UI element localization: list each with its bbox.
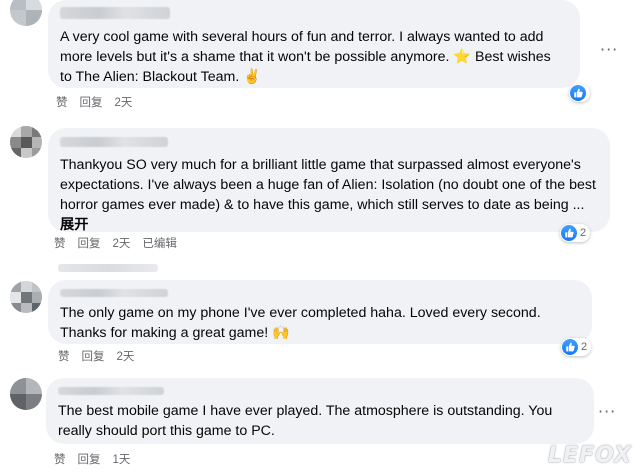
reply-button[interactable]: 回复 — [82, 348, 105, 364]
avatar[interactable] — [10, 378, 42, 410]
like-button[interactable]: 赞 — [56, 94, 68, 110]
avatar[interactable] — [10, 126, 42, 158]
thumbs-up-icon — [562, 339, 578, 355]
thumbs-up-icon — [570, 85, 586, 101]
avatar[interactable] — [10, 281, 42, 313]
commenter-name[interactable] — [60, 137, 168, 147]
comment-actions: 赞 回复 2天 已编辑 — [54, 235, 177, 251]
comment-actions: 赞 回复 2天 — [56, 94, 132, 110]
victory-hand-emoji: ✌ — [243, 69, 261, 85]
timestamp[interactable]: 2天 — [115, 94, 133, 110]
comment-actions: 赞 回复 1天 — [54, 451, 130, 467]
edited-label: 已编辑 — [142, 238, 177, 250]
comment-actions: 赞 回复 2天 — [58, 348, 134, 364]
like-button[interactable]: 赞 — [54, 235, 66, 251]
comment-text: Thankyou SO very much for a brilliant li… — [60, 157, 596, 233]
comment-bubble: The only game on my phone I've ever comp… — [48, 280, 592, 344]
like-count-badge[interactable]: 2 — [560, 224, 591, 242]
see-more-link[interactable]: 展开 — [60, 217, 88, 233]
comment-bubble: The best mobile game I have ever played.… — [46, 378, 594, 444]
raising-hands-emoji: 🙌 — [272, 325, 290, 341]
more-options-icon[interactable]: ··· — [598, 404, 616, 420]
comment-text: The only game on my phone I've ever comp… — [60, 305, 541, 341]
like-count-badge[interactable] — [569, 84, 590, 102]
timestamp[interactable]: 2天 — [117, 348, 135, 364]
reply-button[interactable]: 回复 — [78, 451, 101, 467]
commenter-name[interactable] — [58, 387, 164, 395]
timestamp[interactable]: 2天 — [113, 235, 131, 251]
reply-button[interactable]: 回复 — [80, 94, 103, 110]
comment-text: A very cool game with several hours of f… — [60, 29, 551, 85]
comment-bubble: A very cool game with several hours of f… — [48, 0, 580, 88]
like-button[interactable]: 赞 — [54, 451, 66, 467]
reply-button[interactable]: 回复 — [78, 235, 101, 251]
comment-text: The best mobile game I have ever played.… — [58, 403, 553, 439]
collapsed-replies[interactable] — [58, 264, 158, 272]
avatar[interactable] — [10, 0, 42, 26]
like-button[interactable]: 赞 — [58, 348, 70, 364]
comment-bubble: Thankyou SO very much for a brilliant li… — [48, 128, 610, 233]
star-emoji: ⭐ — [453, 49, 472, 65]
like-count-badge[interactable]: 2 — [561, 338, 592, 356]
commenter-name[interactable] — [60, 289, 168, 297]
watermark-logo: LEFOX — [548, 443, 632, 468]
commenter-name[interactable] — [60, 7, 170, 19]
timestamp[interactable]: 1天 — [113, 451, 131, 467]
thumbs-up-icon — [561, 225, 577, 241]
more-options-icon[interactable]: ··· — [600, 42, 618, 58]
